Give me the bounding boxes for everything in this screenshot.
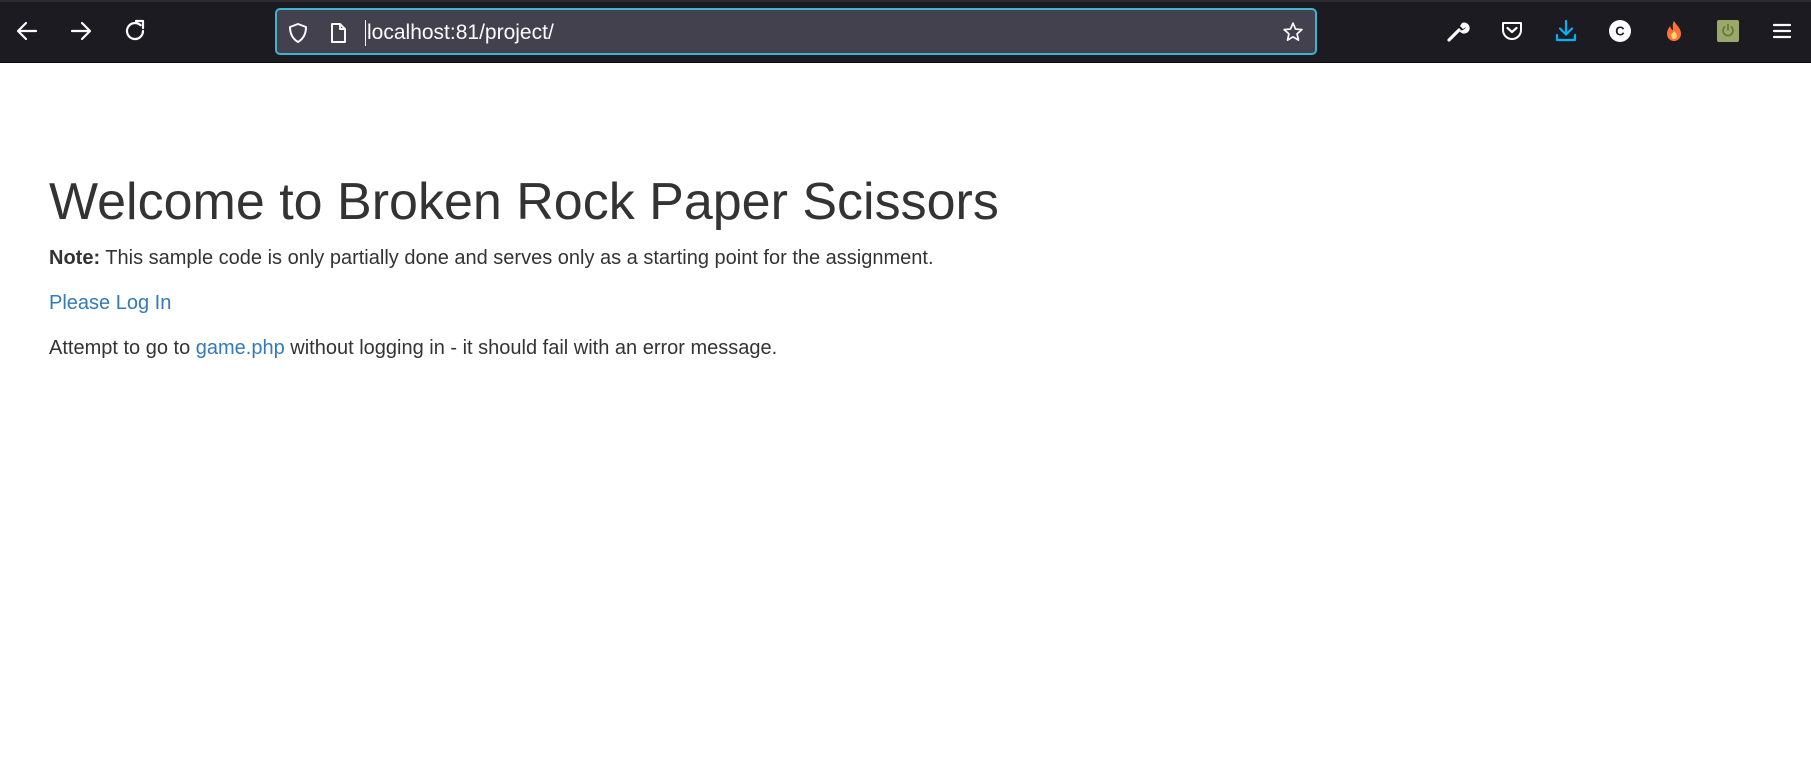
url-text[interactable]: localhost:81/project/ [367,21,554,45]
svg-text:C: C [1615,24,1625,39]
attempt-suffix: without logging in - it should fail with… [284,337,778,359]
power-extension-icon[interactable] [1713,16,1743,46]
page-title: Welcome to Broken Rock Paper Scissors [49,173,999,231]
login-link[interactable]: Please Log In [49,292,171,314]
attempt-prefix: Attempt to go to [49,337,196,359]
shield-icon[interactable] [287,22,309,44]
pocket-icon[interactable] [1497,16,1527,46]
note-text: This sample code is only partially done … [100,247,934,269]
fire-extension-icon[interactable] [1659,16,1689,46]
download-icon[interactable] [1551,16,1581,46]
reload-button[interactable] [120,16,150,46]
wrench-icon[interactable] [1443,16,1473,46]
attempt-paragraph: Attempt to go to game.php without loggin… [49,336,777,360]
forward-button[interactable] [66,16,96,46]
text-caret [365,20,366,46]
game-link[interactable]: game.php [196,337,285,359]
page-icon[interactable] [327,22,349,44]
login-paragraph: Please Log In [49,291,171,315]
tab-strip-edge [0,0,1811,2]
c-extension-icon[interactable]: C [1605,16,1635,46]
back-button[interactable] [12,16,42,46]
arrow-right-icon [70,21,92,41]
hamburger-menu-icon[interactable] [1767,16,1797,46]
note-label: Note: [49,247,101,269]
browser-toolbar: localhost:81/project/ C [0,0,1811,63]
star-icon[interactable] [1282,21,1304,43]
url-bar[interactable]: localhost:81/project/ [275,8,1317,55]
reload-icon [125,19,145,41]
note-paragraph: Note: This sample code is only partially… [49,246,934,270]
arrow-left-icon [16,21,38,41]
